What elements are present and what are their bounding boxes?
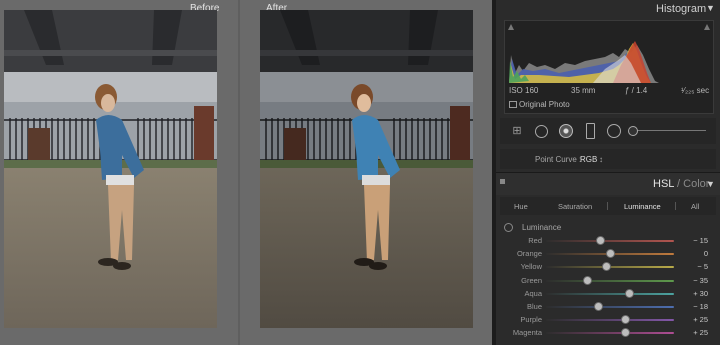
crop-icon[interactable]: ⊞ xyxy=(510,124,524,138)
tab-all[interactable]: All xyxy=(691,202,699,211)
slider-row-purple: Purple + 25 xyxy=(496,314,720,327)
slider-label-blue: Blue xyxy=(526,302,542,311)
histogram-box: ISO 160 35 mm ƒ / 1.4 ¹⁄₂₂₅ sec Original… xyxy=(504,20,714,114)
panel-switch-icon[interactable] xyxy=(500,179,505,184)
develop-panel: Histogram ▼ ISO 160 35 mm ƒ / 1.4 ¹⁄₂₂₅ … xyxy=(496,0,720,345)
slider-label-magenta: Magenta xyxy=(512,328,542,338)
point-curve-label: Point Curve : xyxy=(535,155,582,164)
before-photo xyxy=(4,10,217,328)
adjustment-brush-track xyxy=(632,130,706,131)
after-photo xyxy=(260,10,473,328)
slider-label-orange: Orange xyxy=(516,249,542,259)
slider-value-aqua[interactable]: + 30 xyxy=(668,289,708,298)
slider-row-magenta: Magenta + 25 xyxy=(496,327,720,340)
spot-removal-icon[interactable] xyxy=(535,125,548,138)
slider-knob-magenta[interactable] xyxy=(621,328,631,338)
point-curve-value[interactable]: RGB xyxy=(580,155,597,164)
slider-label-purple: Purple xyxy=(520,315,542,325)
hsl-tabs: Hue Saturation Luminance All xyxy=(500,197,716,215)
hsl-header[interactable]: HSL / Color ▼ xyxy=(496,172,720,195)
original-photo-label: Original Photo xyxy=(519,100,570,109)
slider-value-purple[interactable]: + 25 xyxy=(668,315,708,324)
focal-length-readout: 35 mm xyxy=(571,86,596,95)
slider-knob-purple[interactable] xyxy=(621,315,631,325)
slider-knob-yellow[interactable] xyxy=(602,262,612,272)
slider-row-aqua: Aqua + 30 xyxy=(496,288,720,301)
red-eye-icon[interactable] xyxy=(559,124,573,138)
hsl-collapse-icon[interactable]: ▼ xyxy=(706,179,715,189)
radial-filter-icon[interactable] xyxy=(607,124,621,138)
slider-value-orange[interactable]: 0 xyxy=(668,249,708,258)
hsl-title-hsl: HSL xyxy=(653,178,674,190)
slider-label-yellow: Yellow xyxy=(520,262,542,272)
slider-knob-green[interactable] xyxy=(582,275,592,285)
histogram-title: Histogram xyxy=(656,3,707,15)
original-photo-checkbox[interactable] xyxy=(509,101,517,108)
tab-luminance[interactable]: Luminance xyxy=(624,202,661,211)
slider-row-orange: Orange 0 xyxy=(496,248,720,261)
slider-knob-blue[interactable] xyxy=(594,302,604,311)
slider-track-blue[interactable] xyxy=(546,306,674,308)
slider-track-red[interactable] xyxy=(546,240,674,242)
slider-knob-aqua[interactable] xyxy=(625,288,635,298)
slider-value-red[interactable]: − 15 xyxy=(668,236,708,245)
slider-value-magenta[interactable]: + 25 xyxy=(668,328,708,337)
hsl-title: HSL / Color xyxy=(653,178,709,190)
hsl-title-sep: / xyxy=(674,178,684,190)
histogram-graph xyxy=(509,41,659,83)
targeted-adjustment-icon[interactable] xyxy=(504,223,513,232)
slider-value-blue[interactable]: − 18 xyxy=(668,302,708,311)
slider-knob-red[interactable] xyxy=(595,236,605,245)
slider-row-green: Green − 35 xyxy=(496,275,720,288)
slider-label-red: Red xyxy=(528,236,542,245)
slider-label-aqua: Aqua xyxy=(524,288,542,298)
aperture-readout: ƒ / 1.4 xyxy=(625,86,648,95)
slider-label-green: Green xyxy=(521,275,542,285)
tab-saturation[interactable]: Saturation xyxy=(558,202,592,211)
slider-track-green[interactable] xyxy=(546,279,674,282)
iso-readout: ISO 160 xyxy=(509,86,539,95)
slider-knob-orange[interactable] xyxy=(606,249,615,259)
slider-track-magenta[interactable] xyxy=(546,332,674,335)
graduated-filter-icon[interactable] xyxy=(586,123,595,139)
tab-divider xyxy=(607,202,608,210)
after-pane: After xyxy=(240,0,492,345)
slider-track-aqua[interactable] xyxy=(546,292,674,295)
point-curve-row[interactable]: Point Curve : RGB ↕ xyxy=(500,149,716,169)
slider-value-green[interactable]: − 35 xyxy=(668,276,708,285)
luminance-sliders: Red − 15 Orange 0 Yellow − 5 Green − 35 Aqua + 30… xyxy=(496,235,720,345)
histogram-collapse-icon[interactable]: ▼ xyxy=(706,3,715,13)
slider-row-yellow: Yellow − 5 xyxy=(496,261,720,274)
shutter-readout: ¹⁄₂₂₅ sec xyxy=(681,86,710,95)
point-curve-chevron-icon[interactable]: ↕ xyxy=(599,155,603,164)
tab-hue[interactable]: Hue xyxy=(514,202,528,211)
slider-row-red: Red − 15 xyxy=(496,235,720,248)
highlight-clipping-icon[interactable] xyxy=(704,24,710,30)
luminance-section-label: Luminance xyxy=(522,223,562,232)
before-pane: Before xyxy=(0,0,238,345)
slider-value-yellow[interactable]: − 5 xyxy=(668,262,708,271)
adjustment-brush-icon[interactable] xyxy=(628,126,638,136)
slider-row-blue: Blue − 18 xyxy=(496,301,720,314)
tab-divider xyxy=(675,202,676,210)
slider-track-purple[interactable] xyxy=(546,319,674,322)
shadow-clipping-icon[interactable] xyxy=(508,24,514,30)
tool-strip: ⊞ xyxy=(500,118,716,144)
compare-view: Before After xyxy=(0,0,492,345)
